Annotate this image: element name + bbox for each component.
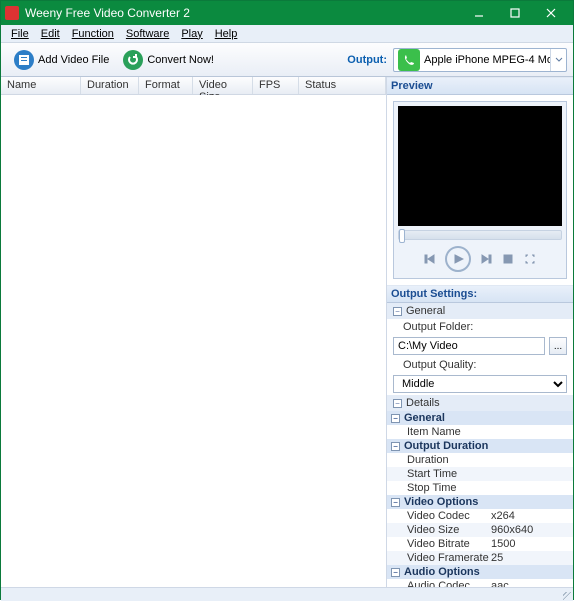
sub-audio[interactable]: −Audio Options bbox=[387, 565, 573, 579]
app-icon bbox=[5, 6, 19, 20]
chevron-down-icon bbox=[550, 49, 566, 71]
preview-frame bbox=[393, 101, 567, 279]
sub-general[interactable]: −General bbox=[387, 411, 573, 425]
convert-label: Convert Now! bbox=[147, 54, 214, 66]
seek-slider[interactable] bbox=[398, 230, 562, 240]
titlebar[interactable]: Weeny Free Video Converter 2 bbox=[1, 1, 573, 25]
list-header: Name Duration Format Video Size FPS Stat… bbox=[1, 77, 386, 95]
browse-button[interactable]: ... bbox=[549, 337, 567, 355]
phone-icon bbox=[398, 49, 420, 71]
fullscreen-button[interactable] bbox=[523, 252, 537, 266]
collapse-icon: − bbox=[393, 399, 402, 408]
group-general-header[interactable]: − General bbox=[387, 303, 573, 319]
close-button[interactable] bbox=[533, 1, 569, 25]
menu-play[interactable]: Play bbox=[175, 28, 208, 40]
settings-header: Output Settings: bbox=[387, 285, 573, 303]
col-name[interactable]: Name bbox=[1, 77, 81, 94]
sub-duration[interactable]: −Output Duration bbox=[387, 439, 573, 453]
settings-panel: − General Output Folder: ... Output Qual… bbox=[387, 303, 573, 587]
add-video-label: Add Video File bbox=[38, 54, 109, 66]
output-label: Output: bbox=[347, 54, 387, 66]
group-details-header[interactable]: − Details bbox=[387, 395, 573, 411]
play-button[interactable] bbox=[445, 246, 471, 272]
output-folder-input[interactable] bbox=[393, 337, 545, 355]
output-format-label: Apple iPhone MPEG-4 Movie (*.mp4) bbox=[424, 54, 550, 66]
menu-software[interactable]: Software bbox=[120, 28, 175, 40]
convert-button[interactable]: Convert Now! bbox=[116, 47, 221, 73]
window-title: Weeny Free Video Converter 2 bbox=[25, 6, 461, 20]
col-duration[interactable]: Duration bbox=[81, 77, 139, 94]
menubar: File Edit Function Software Play Help bbox=[1, 25, 573, 43]
seek-thumb[interactable] bbox=[399, 229, 405, 243]
minimize-button[interactable] bbox=[461, 1, 497, 25]
convert-icon bbox=[123, 50, 143, 70]
output-folder-label: Output Folder: bbox=[387, 319, 573, 335]
next-button[interactable] bbox=[479, 252, 493, 266]
add-video-button[interactable]: Add Video File bbox=[7, 47, 116, 73]
col-size[interactable]: Video Size bbox=[193, 77, 253, 94]
video-preview[interactable] bbox=[398, 106, 562, 226]
film-icon bbox=[14, 50, 34, 70]
menu-help[interactable]: Help bbox=[209, 28, 244, 40]
menu-file[interactable]: File bbox=[5, 28, 35, 40]
output-quality-label: Output Quality: bbox=[387, 357, 573, 373]
collapse-icon: − bbox=[393, 307, 402, 316]
col-status[interactable]: Status bbox=[299, 77, 386, 94]
menu-edit[interactable]: Edit bbox=[35, 28, 66, 40]
resize-grip[interactable] bbox=[559, 588, 573, 602]
file-list[interactable] bbox=[1, 95, 386, 587]
file-list-panel: Name Duration Format Video Size FPS Stat… bbox=[1, 77, 387, 587]
output-format-select[interactable]: Apple iPhone MPEG-4 Movie (*.mp4) bbox=[393, 48, 567, 72]
toolbar: Add Video File Convert Now! Output: Appl… bbox=[1, 43, 573, 77]
stop-button[interactable] bbox=[501, 252, 515, 266]
col-format[interactable]: Format bbox=[139, 77, 193, 94]
maximize-button[interactable] bbox=[497, 1, 533, 25]
preview-header: Preview bbox=[387, 77, 573, 95]
col-fps[interactable]: FPS bbox=[253, 77, 299, 94]
output-quality-select[interactable]: Middle bbox=[393, 375, 567, 393]
sub-video[interactable]: −Video Options bbox=[387, 495, 573, 509]
statusbar bbox=[1, 587, 573, 601]
prev-button[interactable] bbox=[423, 252, 437, 266]
menu-function[interactable]: Function bbox=[66, 28, 120, 40]
